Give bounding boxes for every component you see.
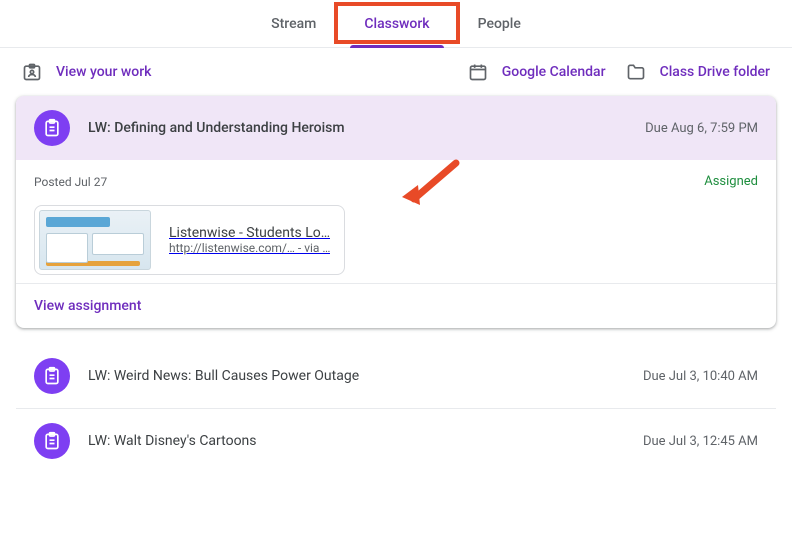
class-drive-folder-link[interactable]: Class Drive folder	[626, 62, 770, 82]
assignment-due: Due Jul 3, 12:45 AM	[643, 434, 758, 449]
posted-label: Posted Jul 27	[34, 175, 107, 189]
assignment-icon	[34, 110, 70, 146]
attachment-subtitle: http://listenwise.com/… - via …	[169, 241, 330, 255]
class-drive-folder-label: Class Drive folder	[660, 64, 770, 80]
assignment-title: LW: Weird News: Bull Causes Power Outage	[88, 368, 625, 384]
status-badge: Assigned	[704, 174, 758, 189]
view-assignment-link[interactable]: View assignment	[34, 298, 141, 314]
assignment-icon	[34, 358, 70, 394]
google-calendar-label: Google Calendar	[502, 64, 606, 80]
folder-icon	[626, 62, 646, 82]
id-badge-icon	[22, 62, 42, 82]
attachment-title: Listenwise - Students Lo…	[169, 225, 330, 241]
tab-bar: Stream Classwork People	[0, 0, 792, 48]
tab-people[interactable]: People	[454, 0, 545, 48]
assignment-title: LW: Defining and Understanding Heroism	[88, 120, 627, 136]
view-your-work-link[interactable]: View your work	[22, 62, 151, 82]
assignment-due: Due Jul 3, 10:40 AM	[643, 369, 758, 384]
assignment-header[interactable]: LW: Defining and Understanding Heroism D…	[16, 96, 776, 160]
attachment-card[interactable]: Listenwise - Students Lo… http://listenw…	[34, 205, 345, 275]
tab-classwork[interactable]: Classwork	[340, 0, 453, 48]
assignment-card-expanded: LW: Defining and Understanding Heroism D…	[16, 96, 776, 328]
assignment-row[interactable]: LW: Walt Disney's Cartoons Due Jul 3, 12…	[16, 408, 776, 473]
view-your-work-label: View your work	[56, 64, 151, 80]
assignment-due: Due Aug 6, 7:59 PM	[645, 121, 758, 136]
calendar-icon	[468, 62, 488, 82]
assignment-title: LW: Walt Disney's Cartoons	[88, 433, 625, 449]
assignment-row[interactable]: LW: Weird News: Bull Causes Power Outage…	[16, 344, 776, 408]
classwork-toolbar: View your work Google Calendar Class Dri…	[0, 48, 792, 96]
attachment-thumbnail	[39, 210, 151, 270]
assignment-icon	[34, 423, 70, 459]
tab-stream[interactable]: Stream	[247, 0, 340, 48]
google-calendar-link[interactable]: Google Calendar	[468, 62, 606, 82]
assignment-list: LW: Weird News: Bull Causes Power Outage…	[16, 344, 776, 473]
